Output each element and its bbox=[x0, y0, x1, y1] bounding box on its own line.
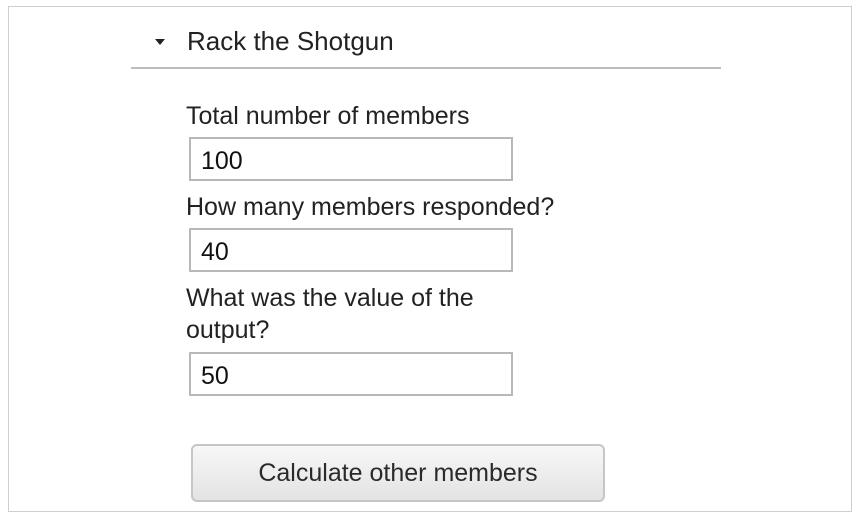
calculate-other-members-button[interactable]: Calculate other members bbox=[191, 444, 605, 502]
responded-input[interactable] bbox=[189, 228, 513, 272]
section-divider bbox=[131, 67, 721, 69]
calculator-panel: Rack the Shotgun Total number of members… bbox=[8, 6, 852, 512]
section-title: Rack the Shotgun bbox=[187, 25, 394, 56]
output-value-label-line2: output? bbox=[186, 316, 270, 344]
output-value-label-line1: What was the value of the bbox=[186, 284, 474, 312]
output-value-input[interactable] bbox=[189, 352, 513, 396]
responded-label: How many members responded? bbox=[186, 193, 555, 221]
total-members-input[interactable] bbox=[189, 137, 513, 181]
total-members-label: Total number of members bbox=[186, 102, 470, 130]
triangle-down-icon[interactable] bbox=[155, 39, 165, 45]
section-header-toggle[interactable]: Rack the Shotgun bbox=[155, 21, 394, 61]
